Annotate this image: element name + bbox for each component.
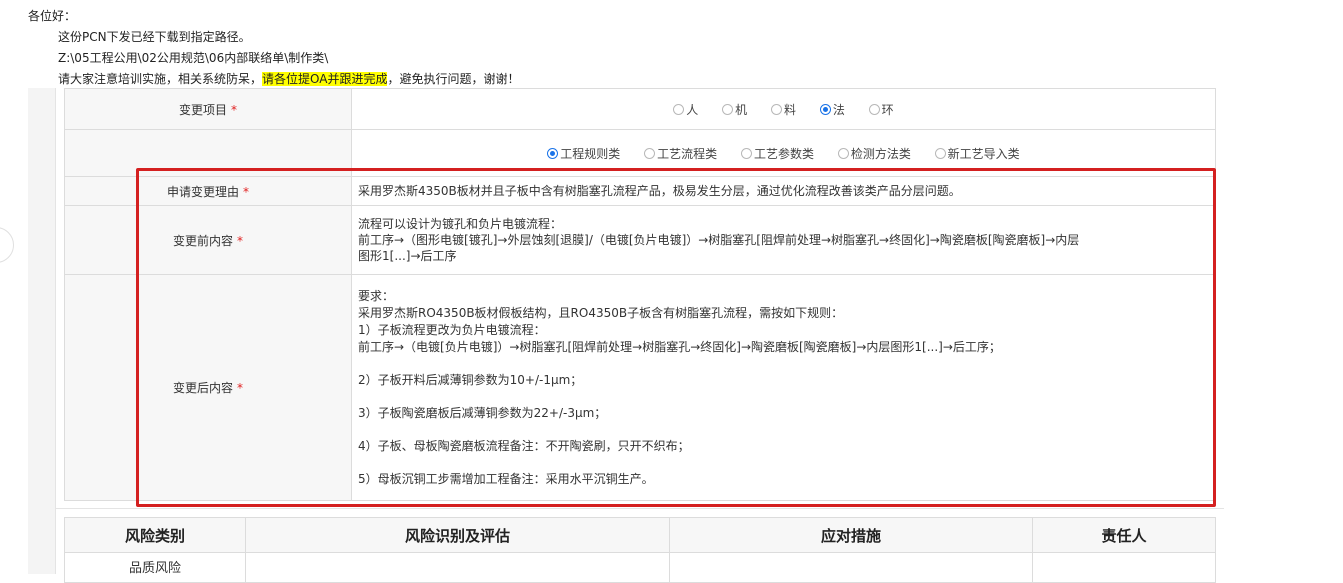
reason-label: 申请变更理由 xyxy=(166,184,239,199)
radio-method[interactable]: 法 xyxy=(819,101,845,118)
row-change-item: 变更项目 * 人 机 料 法 环 xyxy=(64,88,1216,130)
radio-process-flow[interactable]: 工艺流程类 xyxy=(644,145,717,162)
radio-selected-icon xyxy=(547,147,559,159)
radio-circle-icon xyxy=(934,147,946,159)
radio-process-parameter[interactable]: 工艺参数类 xyxy=(740,145,814,162)
risk-header-row: 风险类别 风险识别及评估 应对措施 责任人 xyxy=(64,517,1216,553)
change-item-label-cell: 变更项目 * xyxy=(64,88,352,130)
row-before: 变更前内容 * 流程可以设计为镀孔和负片电镀流程： 前工序→（图形电镀[镀孔]→外… xyxy=(64,205,1216,275)
before-label-cell: 变更前内容 * xyxy=(64,205,352,275)
instruction-suffix: ，避免执行问题，谢谢！ xyxy=(387,72,520,86)
after-label-cell: 变更后内容 * xyxy=(64,274,352,501)
radio-circle-icon xyxy=(673,103,685,115)
before-line: 前工序→（图形电镀[镀孔]→外层蚀刻[退膜]/（电镀[负片电镀]）→树脂塞孔[阻… xyxy=(358,233,1080,247)
radio-engineering-rule[interactable]: 工程规则类 xyxy=(547,145,620,162)
after-content: 要求： 采用罗杰斯RO4350B板材假板结构，且RO4350B子板含有树脂塞孔流… xyxy=(351,274,1216,501)
row-change-category: 工程规则类 工艺流程类 工艺参数类 检测方法类 新工艺导入类 xyxy=(64,129,1216,177)
risk-measures-cell xyxy=(669,552,1033,583)
form-left-gutter xyxy=(28,88,56,574)
greeting-text: 各位好： xyxy=(28,9,77,23)
mail-line-path: Z:\05工程公用\02公用规范\06内部联络单\制作类\ xyxy=(58,51,329,65)
radio-circle-icon xyxy=(722,103,734,115)
change-category-radio-group: 工程规则类 工艺流程类 工艺参数类 检测方法类 新工艺导入类 xyxy=(351,129,1216,177)
radio-circle-icon xyxy=(837,147,849,159)
risk-header-measures: 应对措施 xyxy=(669,517,1033,553)
side-scroll-button[interactable] xyxy=(0,227,14,263)
after-line: 前工序→（电镀[负片电镀]）→树脂塞孔[阻焊前处理→树脂塞孔→终固化]→陶瓷磨板… xyxy=(358,339,1001,354)
reason-label-cell: 申请变更理由 * xyxy=(64,176,352,206)
risk-table: 风险类别 风险识别及评估 应对措施 责任人 品质风险 xyxy=(64,517,1216,583)
change-item-label: 变更项目 xyxy=(178,102,227,117)
required-mark: * xyxy=(237,381,243,395)
required-mark: * xyxy=(243,184,249,199)
radio-new-process[interactable]: 新工艺导入类 xyxy=(934,145,1020,162)
risk-owner-cell xyxy=(1032,552,1216,583)
mail-line-instruction: 请大家注意培训实施，相关系统防呆，请各位提OA并跟进完成，避免执行问题，谢谢！ xyxy=(58,70,519,87)
before-line: 图形1[...]→后工序 xyxy=(358,249,457,263)
radio-circle-icon xyxy=(740,147,752,159)
after-line: 2）子板开料后减薄铜参数为10+/-1μm； xyxy=(358,372,583,387)
radio-person[interactable]: 人 xyxy=(673,101,698,118)
before-line: 流程可以设计为镀孔和负片电镀流程： xyxy=(358,217,563,231)
change-category-label-cell xyxy=(64,129,352,177)
before-content: 流程可以设计为镀孔和负片电镀流程： 前工序→（图形电镀[镀孔]→外层蚀刻[退膜]… xyxy=(351,205,1216,275)
after-line: 采用罗杰斯RO4350B板材假板结构，且RO4350B子板含有树脂塞孔流程，需按… xyxy=(358,305,844,320)
required-mark: * xyxy=(231,102,237,117)
radio-circle-icon xyxy=(868,103,880,115)
after-line: 1）子板流程更改为负片电镀流程： xyxy=(358,322,546,337)
before-label: 变更前内容 xyxy=(172,233,233,248)
risk-header-owner: 责任人 xyxy=(1032,517,1216,553)
radio-material[interactable]: 料 xyxy=(770,101,796,118)
row-reason: 申请变更理由 * 采用罗杰斯4350B板材并且子板中含有树脂塞孔流程产品，极易发生… xyxy=(64,176,1216,206)
radio-environment[interactable]: 环 xyxy=(868,101,894,118)
risk-header-category: 风险类别 xyxy=(64,517,246,553)
after-line: 4）子板、母板陶瓷磨板流程备注：不开陶瓷刷，只开不织布； xyxy=(358,438,690,453)
change-form-table: 变更项目 * 人 机 料 法 环 工程规则类 工艺流程类 工艺参数类 检测方法类 … xyxy=(64,88,1216,501)
change-item-radio-group: 人 机 料 法 环 xyxy=(351,88,1216,130)
required-mark: * xyxy=(237,233,243,248)
instruction-prefix: 请大家注意培训实施，相关系统防呆， xyxy=(58,72,263,86)
reason-value: 采用罗杰斯4350B板材并且子板中含有树脂塞孔流程产品，极易发生分层，通过优化流… xyxy=(351,176,1216,206)
radio-circle-icon xyxy=(644,147,656,159)
mail-line-download: 这份PCN下发已经下载到指定路径。 xyxy=(58,30,251,44)
radio-circle-icon xyxy=(770,103,782,115)
row-after: 变更后内容 * 要求： 采用罗杰斯RO4350B板材假板结构，且RO4350B子板… xyxy=(64,274,1216,501)
section-divider xyxy=(56,508,1224,509)
highlighted-instruction: 请各位提OA并跟进完成 xyxy=(262,72,388,86)
risk-category-cell: 品质风险 xyxy=(64,552,246,583)
risk-row: 品质风险 xyxy=(64,552,1216,583)
after-line: 5）母板沉铜工步需增加工程备注：采用水平沉铜生产。 xyxy=(358,471,654,486)
risk-header-assessment: 风险识别及评估 xyxy=(245,517,670,553)
after-line: 3）子板陶瓷磨板后减薄铜参数为22+/-3μm； xyxy=(358,405,607,420)
radio-inspection-method[interactable]: 检测方法类 xyxy=(837,145,911,162)
after-line: 要求： xyxy=(358,288,395,303)
radio-selected-icon xyxy=(819,103,831,115)
radio-machine[interactable]: 机 xyxy=(722,101,747,118)
risk-assessment-cell xyxy=(245,552,670,583)
after-label: 变更后内容 xyxy=(172,381,233,395)
